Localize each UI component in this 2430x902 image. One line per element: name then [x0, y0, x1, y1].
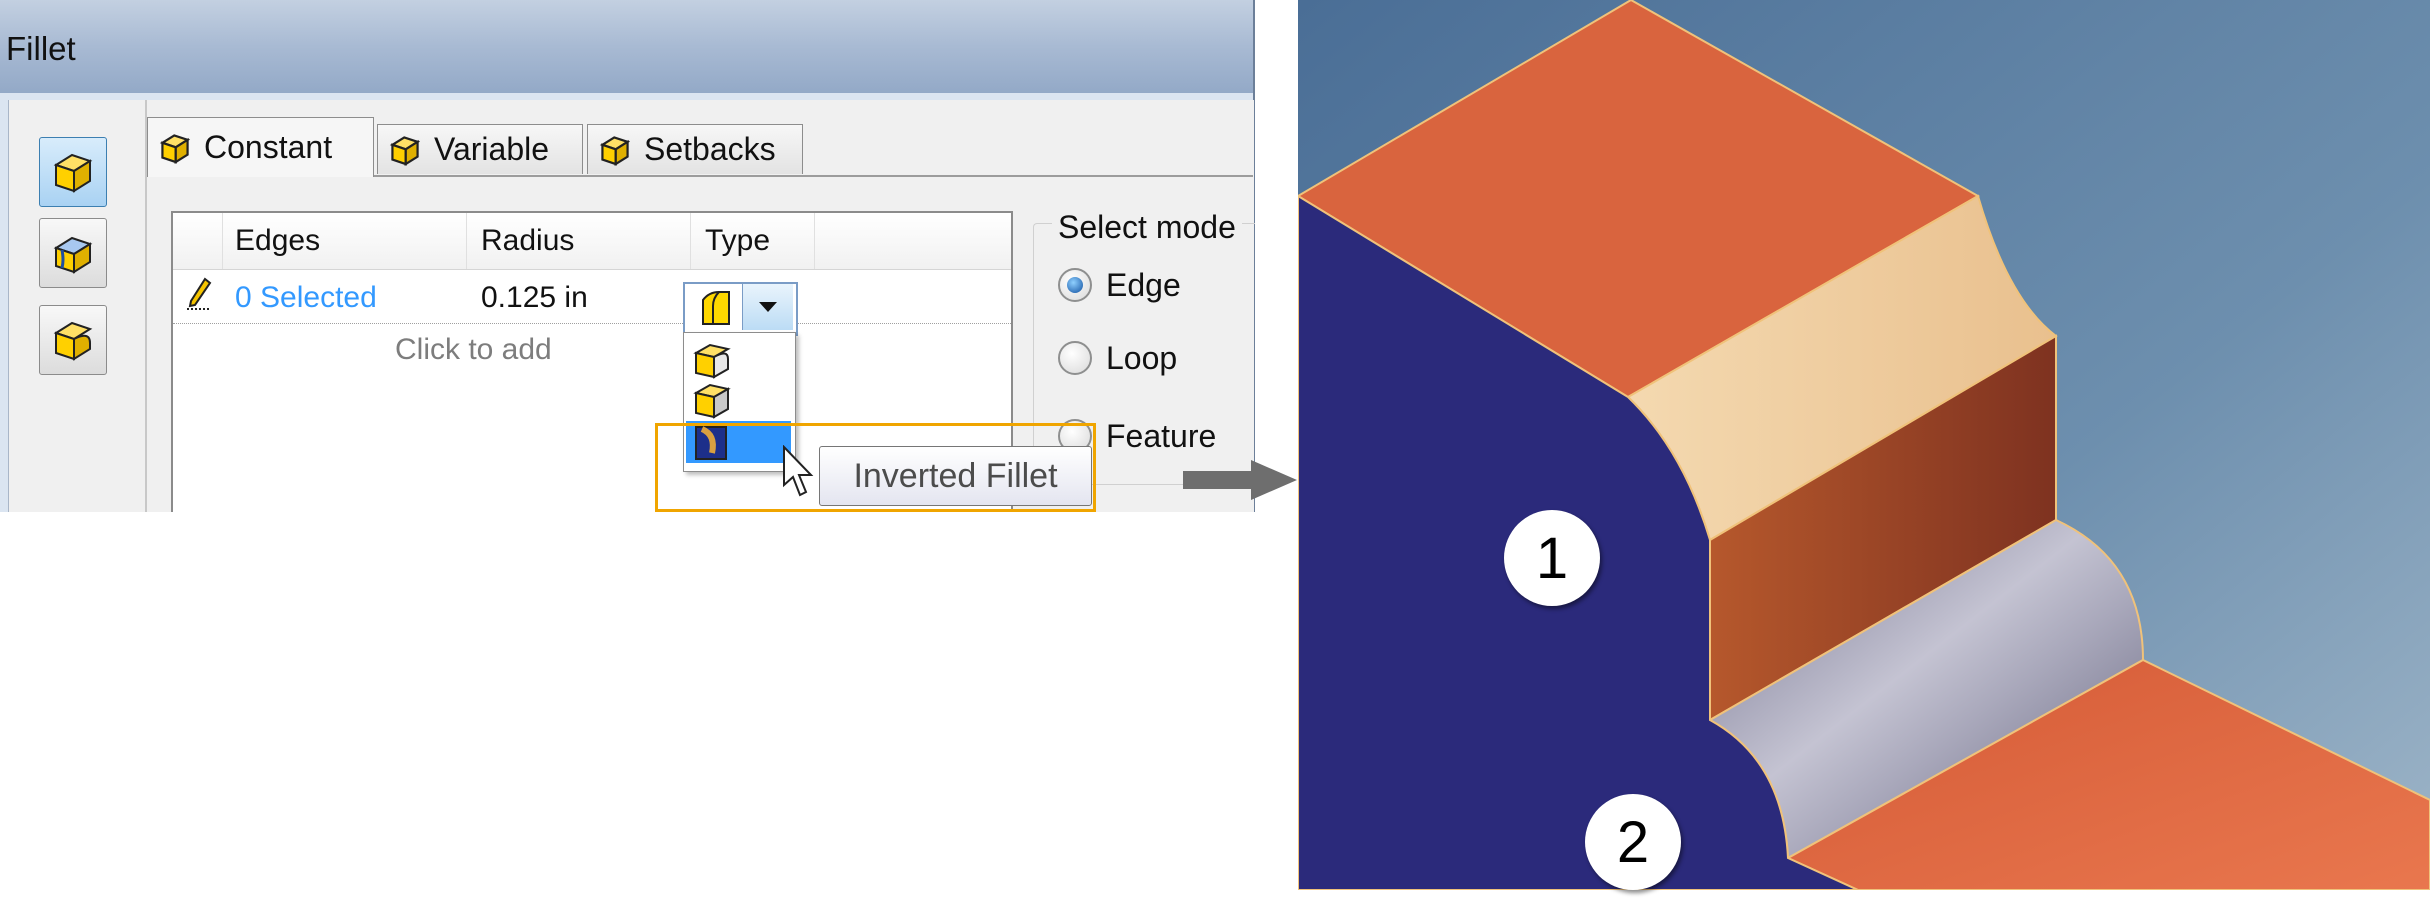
- radio-edge-label[interactable]: Edge: [1106, 267, 1181, 304]
- callout-1: 1: [1504, 510, 1600, 606]
- fillet-dialog: Fillet Constant Variable Setbacks Edges …: [0, 0, 1255, 512]
- type-dropdown-button[interactable]: [742, 284, 793, 330]
- chamfer-fillet-icon: [693, 383, 731, 419]
- callout-1-label: 1: [1535, 525, 1569, 591]
- tab-variable-label: Variable: [434, 131, 550, 167]
- tab-variable[interactable]: Variable: [377, 124, 583, 174]
- dialog-title: Fillet: [6, 30, 76, 67]
- callout-2-label: 2: [1616, 809, 1650, 875]
- grid-header: Edges Radius Type: [173, 213, 1011, 270]
- fillet-model-view: [1298, 0, 2430, 890]
- edge-fillet-button[interactable]: [39, 137, 107, 207]
- variable-fillet-icon: [389, 135, 421, 166]
- radio-loop[interactable]: [1058, 341, 1092, 375]
- standard-fillet-icon: [693, 343, 731, 379]
- select-mode-label: Select mode: [1052, 209, 1242, 246]
- full-round-fillet-button[interactable]: [39, 305, 107, 375]
- click-to-add-text[interactable]: Click to add: [395, 333, 552, 367]
- pencil-icon: [187, 277, 212, 310]
- fillet-type-icon: [702, 291, 730, 325]
- edge-fillet-icon: [53, 153, 93, 193]
- radio-feature-label[interactable]: Feature: [1106, 418, 1216, 455]
- face-fillet-button[interactable]: [39, 218, 107, 288]
- edges-selected-count[interactable]: 0 Selected: [235, 281, 377, 315]
- chevron-down-icon: [759, 302, 777, 312]
- constant-fillet-icon: [159, 133, 191, 164]
- full-round-fillet-icon: [53, 321, 93, 361]
- tab-constant-label: Constant: [204, 129, 333, 165]
- radius-value[interactable]: 0.125 in: [481, 281, 588, 315]
- face-fillet-icon: [53, 236, 93, 274]
- callout-2: 2: [1585, 794, 1681, 890]
- column-header-edges[interactable]: Edges: [223, 213, 467, 269]
- tab-constant[interactable]: Constant: [147, 117, 374, 177]
- tab-setbacks-label: Setbacks: [644, 131, 776, 167]
- row-indicator-header: [173, 213, 223, 269]
- column-header-type[interactable]: Type: [691, 213, 815, 269]
- dropdown-item-standard[interactable]: [686, 339, 791, 381]
- radio-edge[interactable]: [1058, 268, 1092, 302]
- arrow-right-icon: [1183, 460, 1297, 500]
- column-header-radius[interactable]: Radius: [467, 213, 691, 269]
- setbacks-icon: [599, 135, 631, 166]
- radio-loop-label[interactable]: Loop: [1106, 340, 1177, 377]
- tab-setbacks[interactable]: Setbacks: [587, 124, 803, 174]
- title-bar[interactable]: Fillet: [0, 0, 1255, 93]
- dropdown-item-chamfer[interactable]: [686, 379, 791, 421]
- table-row[interactable]: 0 Selected 0.125 in: [173, 271, 1011, 324]
- highlight-box: [655, 423, 1096, 512]
